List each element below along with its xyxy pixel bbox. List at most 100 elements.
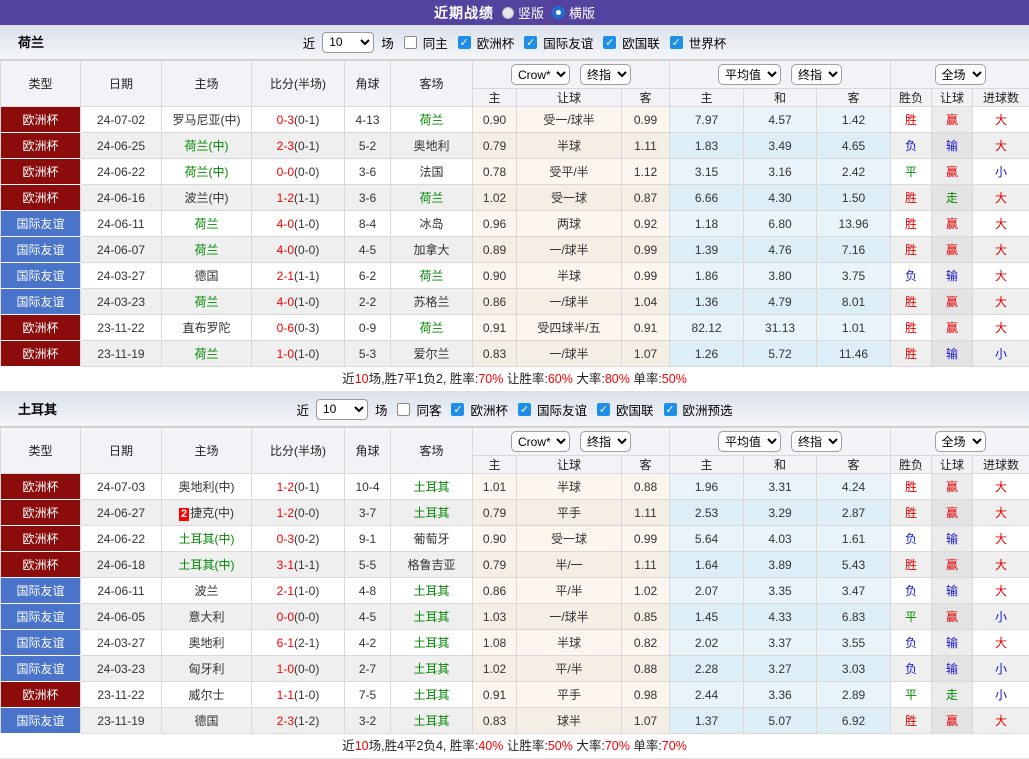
away-team[interactable]: 土耳其 bbox=[413, 636, 449, 650]
away-odds: 1.12 bbox=[622, 159, 670, 185]
match-count-select[interactable]: 10 bbox=[316, 399, 368, 420]
league-checkbox-2[interactable]: ✓ bbox=[603, 36, 616, 49]
average-select[interactable]: 平均值 bbox=[718, 64, 781, 85]
away-team[interactable]: 冰岛 bbox=[419, 217, 443, 231]
home-team[interactable]: 荷兰(中) bbox=[185, 139, 229, 153]
league-checkbox-3[interactable]: ✓ bbox=[664, 403, 677, 416]
home-team[interactable]: 荷兰 bbox=[194, 243, 218, 257]
odds-time-select-2[interactable]: 终指 bbox=[791, 431, 842, 452]
summary-part: 70% bbox=[478, 372, 503, 386]
away-team-cell: 法国 bbox=[391, 159, 473, 185]
same-venue-checkbox[interactable] bbox=[404, 36, 417, 49]
home-team[interactable]: 土耳其(中) bbox=[179, 532, 235, 546]
away-team[interactable]: 荷兰 bbox=[419, 321, 443, 335]
league-checkbox-0[interactable]: ✓ bbox=[458, 36, 471, 49]
away-odds: 0.98 bbox=[622, 682, 670, 708]
away-team[interactable]: 土耳其 bbox=[413, 480, 449, 494]
avg-away-odds: 5.43 bbox=[817, 552, 891, 578]
home-team[interactable]: 荷兰 bbox=[194, 217, 218, 231]
home-team[interactable]: 荷兰(中) bbox=[185, 165, 229, 179]
full-time-score: 1-0 bbox=[277, 662, 294, 676]
bookmaker-select[interactable]: Crow* bbox=[511, 64, 570, 85]
odds-time-select-1[interactable]: 终指 bbox=[580, 431, 631, 452]
away-team-cell: 土耳其 bbox=[391, 630, 473, 656]
league-checkbox-0[interactable]: ✓ bbox=[451, 403, 464, 416]
home-team[interactable]: 德国 bbox=[194, 714, 218, 728]
layout-radio-vertical[interactable]: 竖版 bbox=[502, 3, 544, 22]
home-team[interactable]: 波兰(中) bbox=[185, 191, 229, 205]
home-team[interactable]: 荷兰 bbox=[194, 295, 218, 309]
home-team[interactable]: 意大利 bbox=[188, 610, 224, 624]
away-team-cell: 苏格兰 bbox=[391, 289, 473, 315]
away-team[interactable]: 葡萄牙 bbox=[413, 532, 449, 546]
away-team[interactable]: 荷兰 bbox=[419, 191, 443, 205]
radio-horizontal-label: 横版 bbox=[569, 3, 595, 22]
home-team[interactable]: 匈牙利 bbox=[188, 662, 224, 676]
result-wdl: 胜 bbox=[891, 107, 932, 133]
col-header-type: 类型 bbox=[1, 61, 81, 107]
avg-draw-odds: 4.76 bbox=[744, 237, 817, 263]
away-team[interactable]: 土耳其 bbox=[413, 714, 449, 728]
match-date: 23-11-22 bbox=[81, 682, 162, 708]
league-badge: 国际友谊 bbox=[1, 237, 81, 263]
handicap: 两球 bbox=[517, 211, 622, 237]
away-team[interactable]: 土耳其 bbox=[413, 688, 449, 702]
full-match-select[interactable]: 全场 bbox=[935, 64, 986, 85]
full-time-score: 2-3 bbox=[277, 139, 294, 153]
league-badge: 国际友谊 bbox=[1, 211, 81, 237]
score-cell: 6-1(2-1) bbox=[252, 630, 345, 656]
match-date: 24-06-22 bbox=[81, 526, 162, 552]
bookmaker-select[interactable]: Crow* bbox=[511, 431, 570, 452]
home-team[interactable]: 奥地利 bbox=[188, 636, 224, 650]
league-checkbox-1[interactable]: ✓ bbox=[524, 36, 537, 49]
home-team[interactable]: 直布罗陀 bbox=[182, 321, 230, 335]
home-team[interactable]: 罗马尼亚(中) bbox=[173, 113, 241, 127]
average-select[interactable]: 平均值 bbox=[718, 431, 781, 452]
league-badge: 欧洲杯 bbox=[1, 133, 81, 159]
home-team[interactable]: 波兰 bbox=[194, 584, 218, 598]
away-team[interactable]: 苏格兰 bbox=[413, 295, 449, 309]
away-team[interactable]: 加拿大 bbox=[413, 243, 449, 257]
home-team[interactable]: 奥地利(中) bbox=[179, 480, 235, 494]
corner-count: 4-5 bbox=[345, 237, 391, 263]
away-team[interactable]: 土耳其 bbox=[413, 506, 449, 520]
result-goals: 大 bbox=[973, 578, 1029, 604]
handicap: 受四球半/五 bbox=[517, 315, 622, 341]
full-match-select[interactable]: 全场 bbox=[935, 431, 986, 452]
home-team[interactable]: 土耳其(中) bbox=[179, 558, 235, 572]
radio-unchecked-icon[interactable] bbox=[502, 7, 514, 19]
result-goals: 大 bbox=[973, 552, 1029, 578]
odds-time-select-2[interactable]: 终指 bbox=[791, 64, 842, 85]
away-team[interactable]: 格鲁吉亚 bbox=[407, 558, 455, 572]
league-checkbox-2[interactable]: ✓ bbox=[597, 403, 610, 416]
league-checkbox-3[interactable]: ✓ bbox=[670, 36, 683, 49]
away-team[interactable]: 土耳其 bbox=[413, 584, 449, 598]
same-venue-checkbox[interactable] bbox=[397, 403, 410, 416]
away-team[interactable]: 荷兰 bbox=[419, 113, 443, 127]
full-time-score: 0-3 bbox=[277, 113, 294, 127]
result-wdl: 平 bbox=[891, 604, 932, 630]
layout-radio-horizontal[interactable]: 横版 bbox=[552, 3, 595, 22]
home-team[interactable]: 威尔士 bbox=[188, 688, 224, 702]
result-goals: 大 bbox=[973, 289, 1029, 315]
odds-time-select-1[interactable]: 终指 bbox=[580, 64, 631, 85]
away-odds: 0.99 bbox=[622, 263, 670, 289]
corner-count: 4-5 bbox=[345, 604, 391, 630]
away-team[interactable]: 土耳其 bbox=[413, 662, 449, 676]
home-team[interactable]: 德国 bbox=[194, 269, 218, 283]
away-team[interactable]: 奥地利 bbox=[413, 139, 449, 153]
handicap: 半球 bbox=[517, 630, 622, 656]
red-card-badge: 2 bbox=[179, 508, 189, 521]
home-team[interactable]: 荷兰 bbox=[194, 347, 218, 361]
radio-checked-icon[interactable] bbox=[552, 6, 565, 19]
away-team[interactable]: 法国 bbox=[419, 165, 443, 179]
league-checkbox-1[interactable]: ✓ bbox=[518, 403, 531, 416]
summary-part: 大率: bbox=[573, 372, 605, 386]
away-team[interactable]: 爱尔兰 bbox=[413, 347, 449, 361]
away-team[interactable]: 荷兰 bbox=[419, 269, 443, 283]
away-team[interactable]: 土耳其 bbox=[413, 610, 449, 624]
home-team[interactable]: 捷克(中) bbox=[190, 506, 234, 520]
match-count-select[interactable]: 10 bbox=[322, 32, 374, 53]
league-badge: 欧洲杯 bbox=[1, 474, 81, 500]
result-handicap: 赢 bbox=[932, 211, 973, 237]
